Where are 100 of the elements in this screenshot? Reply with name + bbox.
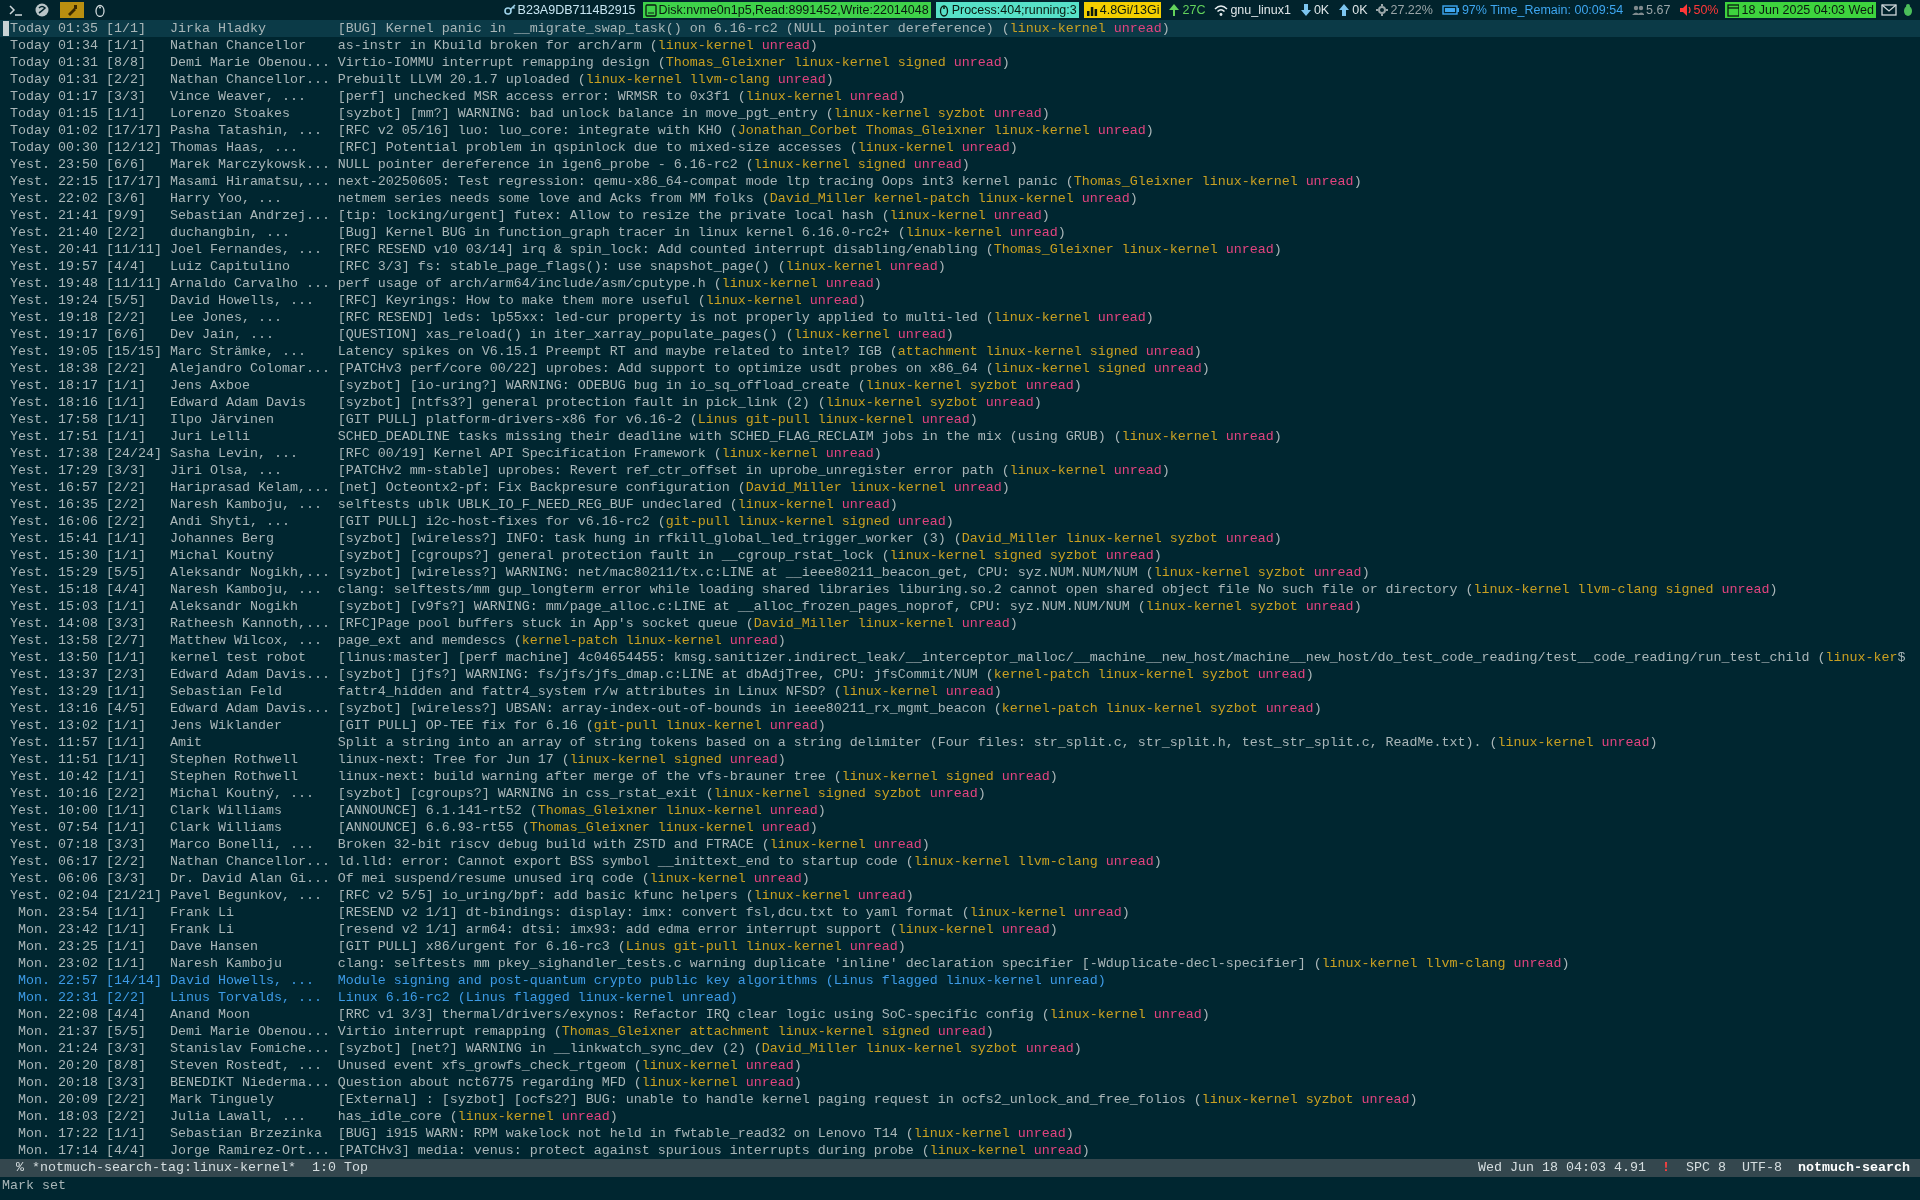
thread-row[interactable]: Mon. 21:24 [3/3] Stanislav Fomiche... [syzbot] [net?] WARNING in __linkwatch_sync_dev (2) (David_Miller linux-kernel syzbot unread) xyxy=(0,1040,1920,1057)
thread-row[interactable]: Yest. 10:16 [2/2] Michal Koutný, ... [syzbot] [cgroups?] WARNING in css_rstat_exit (linux-kernel signed syzbot unread) xyxy=(0,785,1920,802)
tag-bracket: ( xyxy=(641,870,650,887)
thread-row[interactable]: Mon. 23:25 [1/1] Dave Hansen [GIT PULL] x86/urgent for 6.16-rc3 (Linus git-pull linux-kernel unread) xyxy=(0,938,1920,955)
thread-row[interactable]: Yest. 17:58 [1/1] Ilpo Järvinen [GIT PULL] platform-drivers-x86 for v6.16-2 (Linus git-pull linux-kernel unread) xyxy=(0,411,1920,428)
thread-row[interactable]: Yest. 13:37 [2/3] Edward Adam Davis... [syzbot] [jfs?] WARNING: fs/jfs/jfs_dmap.c:LINE at dbAdjTree, CPU: jfsCommit/NUM (kernel-patch linux-kernel syzbot unread) xyxy=(0,666,1920,683)
thread-row[interactable]: Yest. 19:57 [4/4] Luiz Capitulino [RFC 3/3] fs: stable_page_flags(): use snapshot_page() (linux-kernel unread) xyxy=(0,258,1920,275)
tag-bracket: ) xyxy=(1081,1142,1090,1159)
thread-row[interactable]: Mon. 20:20 [8/8] Steven Rostedt, ... Unused event xfs_growfs_check_rtgeom (linux-kernel unread) xyxy=(0,1057,1920,1074)
thread-row[interactable]: Yest. 15:03 [1/1] Aleksandr Nogikh [syzbot] [v9fs?] WARNING: mm/page_alloc.c:LINE at __alloc_frozen_pages_noprof, CPU: syz.NUM.NUM/NUM (linux-kernel syzbot unread) xyxy=(0,598,1920,615)
thread-row[interactable]: Mon. 23:54 [1/1] Frank Li [RESEND v2 1/1] dt-bindings: display: imx: convert fsl,dcu.txt to yaml format (linux-kernel unread) xyxy=(0,904,1920,921)
thread-authors: Hariprasad Kelam,... xyxy=(169,479,330,496)
tag-label: linux-kernel xyxy=(1473,581,1570,598)
thread-row[interactable]: Yest. 23:50 [6/6] Marek Marczykowsk... NULL pointer dereference in igen6_probe - 6.16-rc2 (linux-kernel signed unread) xyxy=(0,156,1920,173)
thread-row[interactable]: Yest. 18:17 [1/1] Jens Axboe [syzbot] [io-uring?] WARNING: ODEBUG bug in io_sq_offload_create (linux-kernel syzbot unread) xyxy=(0,377,1920,394)
thread-authors: Edward Adam Davis... xyxy=(169,666,330,683)
tag-bracket: ) xyxy=(1041,207,1050,224)
thread-row[interactable]: Today 01:15 [1/1] Lorenzo Stoakes [syzbot] [mm?] WARNING: bad unlock balance in move_pgt_entry (linux-kernel syzbot unread) xyxy=(0,105,1920,122)
tag-label: linux-kernel xyxy=(1105,700,1202,717)
thread-row[interactable]: Mon. 18:03 [2/2] Julia Lawall, ... has_idle_core (linux-kernel unread) xyxy=(0,1108,1920,1125)
message-count: [1/1] xyxy=(105,37,147,54)
message-count: [3/3] xyxy=(105,462,147,479)
thread-row[interactable]: Yest. 22:15 [17/17] Masami Hiramatsu,... next-20250605: Test regression: qemu-x86_64-compat mode ltp tracing Oops int3 kernel panic (Thomas_Gleixner linux-kernel unread) xyxy=(0,173,1920,190)
tag-label: syzbot xyxy=(1249,598,1298,615)
thread-row[interactable]: Yest. 13:58 [2/7] Matthew Wilcox, ... page_ext and memdescs (kernel-patch linux-kernel unread) xyxy=(0,632,1920,649)
thread-row[interactable]: Yest. 06:06 [3/3] Dr. David Alan Gi... Of mei suspend/resume unused irq code (linux-kernel unread) xyxy=(0,870,1920,887)
thread-row[interactable]: Yest. 10:42 [1/1] Stephen Rothwell linux-next: build warning after merge of the vfs-brauner tree (linux-kernel signed unread) xyxy=(0,768,1920,785)
thread-row[interactable]: Yest. 22:02 [3/6] Harry Yoo, ... netmem series needs some love and Acks from MM folks (David_Miller kernel-patch linux-kernel unread) xyxy=(0,190,1920,207)
thread-row[interactable]: Mon. 21:37 [5/5] Demi Marie Obenou... Virtio interrupt remapping (Thomas_Gleixner attachment linux-kernel signed unread) xyxy=(0,1023,1920,1040)
thread-row[interactable]: Yest. 18:38 [2/2] Alejandro Colomar... [PATCHv3 perf/core 00/22] uprobes: Add support to optimize usdt probes on x86_64 (linux-kernel signed unread) xyxy=(0,360,1920,377)
thread-row[interactable]: Today 01:02 [17/17] Pasha Tatashin, ... [RFC v2 05/16] luo: luo_core: integrate with KHO (Jonathan_Corbet Thomas_Gleixner linux-kernel unread) xyxy=(0,122,1920,139)
thread-row[interactable]: Yest. 16:57 [2/2] Hariprasad Kelam,... [net] Octeontx2-pf: Fix Backpresure configuration (David_Miller linux-kernel unread) xyxy=(0,479,1920,496)
workspace-button[interactable] xyxy=(60,2,84,18)
swirl-circle-icon[interactable] xyxy=(34,2,50,18)
thread-row[interactable]: Mon. 23:02 [1/1] Naresh Kamboju clang: selftests mm pkey_sighandler_tests.c warning duplicate 'inline' declaration specifier [-Wduplicate-decl-specifier] (linux-kernel llvm-clang unread) xyxy=(0,955,1920,972)
thread-row[interactable]: Yest. 07:54 [1/1] Clark Williams [ANNOUNCE] 6.6.93-rt55 (Thomas_Gleixner linux-kernel unread) xyxy=(0,819,1920,836)
thread-date: Yest. 17:38 xyxy=(10,445,98,462)
thread-row[interactable]: Yest. 11:57 [1/1] Amit Split a string into an array of string tokens based on a string delimiter (Four files: str_split.c, str_split.h, test_str_split.c, ReadMe.txt). (linux-kernel unread) xyxy=(0,734,1920,751)
mail-icon[interactable] xyxy=(1881,3,1897,17)
thread-row[interactable]: Yest. 16:06 [2/2] Andi Shyti, ... [GIT PULL] i2c-host-fixes for v6.16-rc2 (git-pull linux-kernel signed unread) xyxy=(0,513,1920,530)
thread-row[interactable]: Yest. 10:00 [1/1] Clark Williams [ANNOUNCE] 6.1.141-rt52 (Thomas_Gleixner linux-kernel unread) xyxy=(0,802,1920,819)
thread-row[interactable]: Yest. 13:16 [4/5] Edward Adam Davis... [syzbot] [wireless?] UBSAN: array-index-out-of-bounds in ieee80211_rx_mgmt_beacon (kernel-patch linux-kernel syzbot unread) xyxy=(0,700,1920,717)
thread-row[interactable]: Mon. 22:31 [2/2] Linus Torvalds, ... Linux 6.16-rc2 (Linus flagged linux-kernel unread) xyxy=(0,989,1920,1006)
thread-row[interactable]: Yest. 16:35 [2/2] Naresh Kamboju, ... selftests ublk UBLK_IO_F_NEED_REG_BUF undeclared (linux-kernel unread) xyxy=(0,496,1920,513)
thread-row[interactable]: Today 01:31 [2/2] Nathan Chancellor... Prebuilt LLVM 20.1.7 uploaded (linux-kernel llvm-clang unread) xyxy=(0,71,1920,88)
tag-bracket: ( xyxy=(705,785,714,802)
tag-bracket: ( xyxy=(1193,1091,1202,1108)
tag-bracket: ) xyxy=(961,156,970,173)
tag-bracket: ) xyxy=(1273,428,1282,445)
thread-row[interactable]: Today 01:34 [1/1] Nathan Chancellor as-instr in Kbuild broken for arch/arm (linux-kernel unread) xyxy=(0,37,1920,54)
thread-subject: [GIT PULL] x86/urgent for 6.16-rc3 xyxy=(337,938,610,955)
thread-row[interactable]: Yest. 21:40 [2/2] duchangbin, ... [Bug] Kernel BUG in function_graph tracer in linux kernel 6.16.0-rc2+ (linux-kernel unread) xyxy=(0,224,1920,241)
tag-label: signed xyxy=(1097,360,1146,377)
thread-row[interactable]: Yest. 13:29 [1/1] Sebastian Feld fattr4_hidden and fattr4_system r/w attributes in Linux NFSD? (linux-kernel unread) xyxy=(0,683,1920,700)
thread-row[interactable]: Yest. 19:18 [2/2] Lee Jones, ... [RFC RESEND] leds: lp55xx: led-cur property is not properly applied to multi-led (linux-kernel unread) xyxy=(0,309,1920,326)
thread-row[interactable]: Yest. 15:41 [1/1] Johannes Berg [syzbot] [wireless?] INFO: task hung in rfkill_global_led_trigger_worker (3) (David_Miller linux-kernel syzbot unread) xyxy=(0,530,1920,547)
tag-bracket: ( xyxy=(1465,581,1474,598)
tag-label: linux-kernel xyxy=(897,921,994,938)
thread-row[interactable]: Yest. 17:51 [1/1] Juri Lelli SCHED_DEADLINE tasks missing their deadline with SCHED_FLAG_RECLAIM jobs in the mix (using GRUB) (linux-kernel unread) xyxy=(0,428,1920,445)
thread-row[interactable]: Yest. 11:51 [1/1] Stephen Rothwell linux-next: Tree for Jun 17 (linux-kernel signed unread) xyxy=(0,751,1920,768)
thread-row[interactable]: Mon. 22:57 [14/14] David Howells, ... Module signing and post-quantum crypto public key algorithms (Linus flagged linux-kernel unread) xyxy=(0,972,1920,989)
thread-row[interactable]: Yest. 20:41 [11/11] Joel Fernandes, ... [RFC RESEND v10 03/14] irq & spin_lock: Add counted interrupt disabling/enabling (Thomas_Gleixner linux-kernel unread) xyxy=(0,241,1920,258)
thread-row[interactable]: Mon. 17:14 [4/4] Jorge Ramirez-Ort... [PATCHv3] media: venus: protect against spurious interrupts during probe (linux-kernel unread) xyxy=(0,1142,1920,1159)
tag-label: unread xyxy=(1113,20,1162,37)
thread-row[interactable]: Yest. 15:30 [1/1] Michal Koutný [syzbot] [cgroups?] general protection fault in __cgroup_rstat_lock (linux-kernel signed syzbot unread) xyxy=(0,547,1920,564)
thread-row[interactable]: Today 01:17 [3/3] Vince Weaver, ... [perf] unchecked MSR access error: WRMSR to 0x3f1 (linux-kernel unread) xyxy=(0,88,1920,105)
thread-row[interactable]: Yest. 13:02 [1/1] Jens Wiklander [GIT PULL] OP-TEE fix for 6.16 (git-pull linux-kernel unread) xyxy=(0,717,1920,734)
thread-row[interactable]: Mon. 20:09 [2/2] Mark Tinguely [External] : [syzbot] [ocfs2?] BUG: unable to handle kernel paging request in ocfs2_unlock_and_free_folios (linux-kernel syzbot unread) xyxy=(0,1091,1920,1108)
thread-row[interactable]: Today 01:35 [1/1] Jirka Hladky [BUG] Kernel panic in __migrate_swap_task() on 6.16-rc2 (NULL pointer dereference) (linux-kernel unread) xyxy=(0,20,1920,37)
thread-row[interactable]: Today 01:31 [8/8] Demi Marie Obenou... Virtio-IOMMU interrupt remapping design (Thomas_Gleixner linux-kernel signed unread) xyxy=(0,54,1920,71)
thread-row[interactable]: Yest. 14:08 [3/3] Ratheesh Kannoth,... [RFC]Page pool buffers stuck in App's socket queue (David_Miller linux-kernel unread) xyxy=(0,615,1920,632)
thread-row[interactable]: Today 00:30 [12/12] Thomas Haas, ... [RFC] Potential problem in qspinlock due to mixed-size accesses (linux-kernel unread) xyxy=(0,139,1920,156)
thread-row[interactable]: Mon. 20:18 [3/3] BENEDIKT Niederma... Question about nct6775 regarding MFD (linux-kernel unread) xyxy=(0,1074,1920,1091)
thread-authors: duchangbin, ... xyxy=(169,224,291,241)
thread-row[interactable]: Yest. 18:16 [1/1] Edward Adam Davis [syzbot] [ntfs3?] general protection fault in pick_link (2) (linux-kernel syzbot unread) xyxy=(0,394,1920,411)
message-count: [1/1] xyxy=(105,802,147,819)
thread-row[interactable]: Mon. 22:08 [4/4] Anand Moon [RRC v1 3/3] thermal/drivers/exynos: Refactor IRQ clear logic using SoC-specific config (linux-kernel unread) xyxy=(0,1006,1920,1023)
tag-label: unread xyxy=(1145,343,1194,360)
thread-row[interactable]: Yest. 19:48 [11/11] Arnaldo Carvalho ... perf usage of arch/arm64/include/asm/cputype.h (linux-kernel unread) xyxy=(0,275,1920,292)
thread-row[interactable]: Yest. 15:29 [5/5] Aleksandr Nogikh,... [syzbot] [wireless?] WARNING: net/mac80211/tx.c:LINE at __ieee80211_beacon_get, CPU: syz.NUM.NUM/NUM (linux-kernel syzbot unread) xyxy=(0,564,1920,581)
thread-row[interactable]: Mon. 17:22 [1/1] Sebastian Brzezinka [BUG] i915 WARN: RPM wakelock not held in fwtable_read32 on Lenovo T14 (linux-kernel unread) xyxy=(0,1125,1920,1142)
thread-authors: Stanislav Fomiche... xyxy=(169,1040,330,1057)
thread-row[interactable]: Yest. 06:17 [2/2] Nathan Chancellor... ld.lld: error: Cannot export BSS symbol __inittext_end to startup code (linux-kernel llvm-clang unread) xyxy=(0,853,1920,870)
thread-row[interactable]: Yest. 19:24 [5/5] David Howells, ... [RFC] Keyrings: How to make them more useful (linux-kernel unread) xyxy=(0,292,1920,309)
thread-authors: Nathan Chancellor... xyxy=(169,853,330,870)
thread-subject: [RESEND v2 1/1] dt-bindings: display: imx: convert fsl,dcu.txt to yaml format xyxy=(337,904,954,921)
tag-label: Thomas_Gleixner xyxy=(561,1023,682,1040)
tag-label: linux-kernel xyxy=(889,207,986,224)
message-count: [11/11] xyxy=(105,275,162,292)
thread-row[interactable]: Yest. 19:17 [6/6] Dev Jain, ... [QUESTION] xas_reload() in iter_xarray_populate_pages() (linux-kernel unread) xyxy=(0,326,1920,343)
thread-row[interactable]: Yest. 07:18 [3/3] Marco Bonelli, ... Broken 32-bit riscv debug build with ZSTD and FTRACE (linux-kernel unread) xyxy=(0,836,1920,853)
thread-row[interactable]: Yest. 02:04 [21/21] Pavel Begunkov, ... [RFC v2 5/5] io_uring/bpf: add basic kfunc helpers (linux-kernel unread) xyxy=(0,887,1920,904)
tag-bracket: ) xyxy=(873,275,882,292)
thread-row[interactable]: Yest. 17:38 [24/24] Sasha Levin, ... [RFC 00/19] Kernel API Specification Framework (linux-kernel unread) xyxy=(0,445,1920,462)
terminal-icon[interactable] xyxy=(8,3,24,17)
thread-row[interactable]: Yest. 17:29 [3/3] Jiri Olsa, ... [PATCHv2 mm-stable] uprobes: Revert ref_ctr_offset in uprobe_unregister error path (linux-kernel unread) xyxy=(0,462,1920,479)
thread-row[interactable]: Mon. 23:42 [1/1] Frank Li [resend v2 1/1] arm64: dtsi: imx93: add edma error interrupt support (linux-kernel unread) xyxy=(0,921,1920,938)
message-count: [1/1] xyxy=(105,768,147,785)
thread-row[interactable]: Yest. 19:05 [15/15] Marc Strämke, ... Latency spikes on V6.15.1 Preempt RT and maybe related to intel? IGB (attachment linux-kernel signed unread) xyxy=(0,343,1920,360)
thread-row[interactable]: Yest. 21:41 [9/9] Sebastian Andrzej... [tip: locking/urgent] futex: Allow to resize the private local hash (linux-kernel unread) xyxy=(0,207,1920,224)
